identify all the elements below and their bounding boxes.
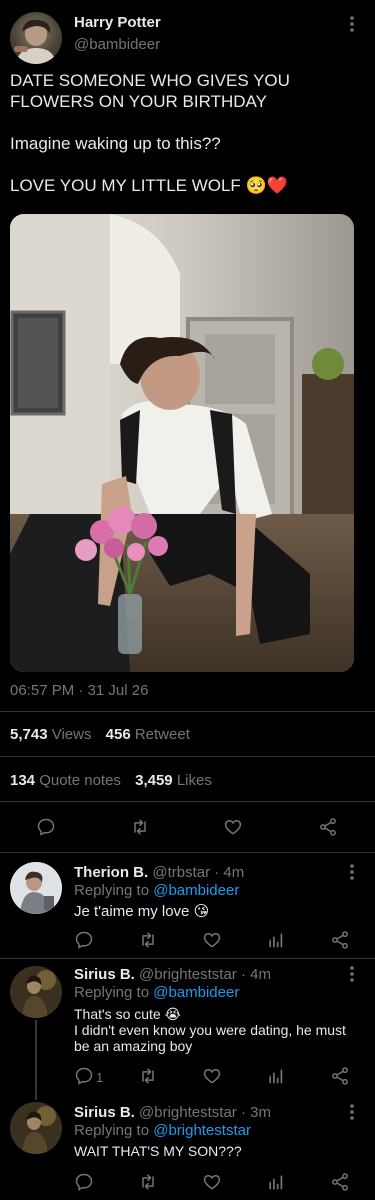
reply-icon[interactable] [74,930,94,950]
reply-text-line: I didn't even know you were dating, he m… [74,1022,346,1038]
reply-text: That's so cute 😭 I didn't even know you … [74,1006,364,1054]
retweet-icon[interactable] [138,930,158,950]
reply-count: 1 [96,1070,104,1085]
thread-line [35,1020,37,1100]
tweet-photo[interactable] [10,214,354,672]
replying-to-link[interactable]: @bambideer [153,882,239,899]
share-icon[interactable] [330,1066,350,1086]
reply-text-line: That's so cute 😭 [74,1006,181,1022]
tweet-line: Imagine waking up to this?? [10,134,221,153]
analytics-icon[interactable] [266,1172,286,1192]
likes-label[interactable]: Likes [177,772,212,789]
stats-views-retweets: 5,743 Views 456 Retweet [10,726,190,743]
reply-header: Therion B. @trbstar · 4m [74,864,244,881]
stats-quotes-likes: 134 Quote notes 3,459 Likes [10,772,212,789]
author-name[interactable]: Harry Potter [74,14,161,31]
like-icon[interactable] [202,930,222,950]
replying-to: Replying to @brighteststar [74,1122,251,1139]
more-vertical-icon[interactable] [344,1102,360,1122]
reply-avatar[interactable] [10,862,62,914]
tweet-line: DATE SOMEONE WHO GIVES YOU [10,71,290,90]
reply-icon[interactable] [36,817,58,839]
more-vertical-icon[interactable] [344,964,360,984]
replying-label: Replying to [74,984,150,1001]
reply-icon[interactable] [74,1066,94,1086]
tweet-timestamp[interactable]: 06:57 PM · 31 Jul 26 [10,682,148,699]
reply-avatar[interactable] [10,1102,62,1154]
tweet-line: FLOWERS ON YOUR BIRTHDAY [10,92,267,111]
reply-text: WAIT THAT'S MY SON??? [74,1143,242,1159]
divider [0,711,375,712]
divider [0,801,375,802]
author-avatar[interactable] [10,12,62,64]
reply-meta[interactable]: @brighteststar · 3m [139,1104,271,1121]
more-vertical-icon[interactable] [344,862,360,882]
replying-label: Replying to [74,882,150,899]
like-icon[interactable] [202,1172,222,1192]
quotes-count[interactable]: 134 [10,772,35,789]
author-handle[interactable]: @bambideer [74,36,160,53]
replying-to: Replying to @bambideer [74,882,239,899]
reply-author-name[interactable]: Sirius B. [74,966,135,983]
replying-to: Replying to @bambideer [74,984,239,1001]
reply-avatar[interactable] [10,966,62,1018]
reply-text-line: be an amazing boy [74,1038,193,1054]
replying-to-link[interactable]: @bambideer [153,984,239,1001]
reply-author-name[interactable]: Therion B. [74,864,148,881]
share-icon[interactable] [330,930,350,950]
retweet-icon[interactable] [130,817,152,839]
views-label: Views [51,726,92,743]
replying-to-link[interactable]: @brighteststar [153,1122,251,1139]
retweet-icon[interactable] [138,1066,158,1086]
reply-header: Sirius B. @brighteststar · 4m [74,966,271,983]
analytics-icon[interactable] [266,1066,286,1086]
retweets-count[interactable]: 456 [106,726,131,743]
likes-count[interactable]: 3,459 [135,772,173,789]
quotes-label[interactable]: Quote notes [39,772,121,789]
reply-header: Sirius B. @brighteststar · 3m [74,1104,271,1121]
reply-icon[interactable] [74,1172,94,1192]
reply-meta[interactable]: @brighteststar · 4m [139,966,271,983]
retweet-icon[interactable] [138,1172,158,1192]
tweet-line: LOVE YOU MY LITTLE WOLF 🥺❤️ [10,176,288,195]
reply-author-name[interactable]: Sirius B. [74,1104,135,1121]
tweet-text: DATE SOMEONE WHO GIVES YOU FLOWERS ON YO… [10,70,365,196]
more-vertical-icon[interactable] [344,14,360,34]
divider [0,756,375,757]
divider [0,958,375,959]
replying-label: Replying to [74,1122,150,1139]
analytics-icon[interactable] [266,930,286,950]
views-count: 5,743 [10,726,48,743]
share-icon[interactable] [330,1172,350,1192]
like-icon[interactable] [202,1066,222,1086]
retweets-label[interactable]: Retweet [135,726,190,743]
share-icon[interactable] [318,817,340,839]
reply-meta[interactable]: @trbstar · 4m [152,864,244,881]
reply-text: Je t'aime my love 😘 [74,903,210,920]
like-icon[interactable] [223,817,245,839]
divider [0,852,375,853]
